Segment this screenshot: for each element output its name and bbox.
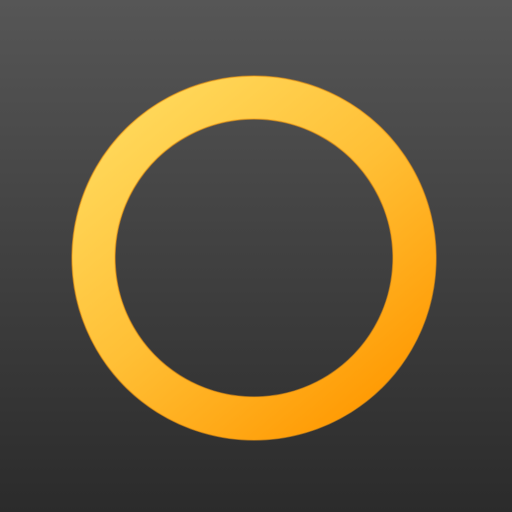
app-icon	[0, 0, 512, 512]
ring-icon	[0, 0, 512, 512]
